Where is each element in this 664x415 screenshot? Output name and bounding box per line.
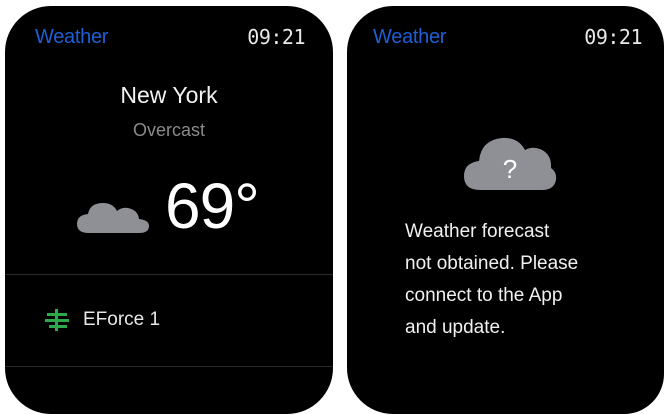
error-message-line: Weather forecast (405, 221, 550, 242)
clock: 09:21 (584, 25, 642, 49)
current-weather: 69° (75, 166, 260, 246)
error-message-line: connect to the App (405, 285, 563, 306)
device-name: EForce 1 (83, 309, 161, 330)
app-title: Weather (373, 25, 447, 48)
divider (5, 274, 333, 275)
error-message-line: and update. (405, 317, 506, 338)
watch-screen-weather: Weather 09:21 New York Overcast 69° EFor… (5, 6, 333, 414)
error-message-line: not obtained. Please (405, 253, 579, 274)
clock: 09:21 (247, 25, 305, 49)
status-bar: Weather 09:21 (373, 22, 642, 52)
unknown-weather-icon: ? (464, 137, 557, 190)
weather-condition: Overcast (132, 120, 206, 140)
eforce-logo-icon (45, 309, 69, 331)
error-message: Weather forecast not obtained. Please co… (405, 216, 645, 344)
cloud-icon (77, 203, 149, 233)
device-list-item[interactable]: EForce 1 (45, 302, 160, 338)
watch-screen-weather-error: Weather 09:21 ? Weather forecast not obt… (347, 6, 664, 414)
status-bar: Weather 09:21 (35, 22, 305, 52)
city-name: New York (120, 82, 218, 108)
screenshot-canvas: Weather 09:21 New York Overcast 69° EFor… (0, 0, 664, 415)
app-title: Weather (35, 25, 109, 48)
temperature: 69° (165, 170, 260, 242)
question-mark: ? (503, 154, 517, 184)
divider (5, 366, 333, 367)
